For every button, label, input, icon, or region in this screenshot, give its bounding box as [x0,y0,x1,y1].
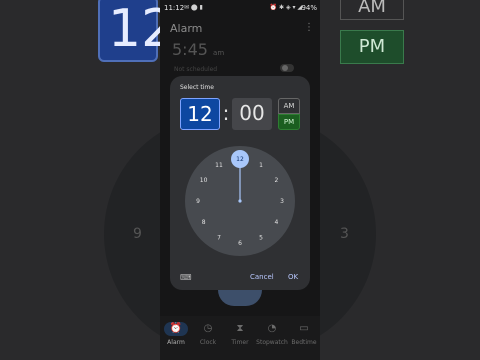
dial-number-3[interactable]: 3 [280,198,284,205]
dial-number-2[interactable]: 2 [274,177,278,184]
dial-number-8[interactable]: 8 [202,219,206,226]
dial-number-6[interactable]: 6 [238,240,242,247]
left-blurred-background: 12 9 [0,0,160,360]
time-picker-dialog: Select time 12 : 00 AM PM 12 1 2 3 4 5 6 7 8 9 10 1… [170,76,310,290]
alarm-icon: ⏰ [164,322,188,336]
right-blurred-background: AM PM 3 [320,0,480,360]
clock-dial[interactable]: 121234567891011 [185,146,295,256]
keyboard-icon[interactable]: ⌨ [180,273,192,282]
nav-label: Clock [199,339,217,346]
nav-label: Timer [231,339,249,346]
nav-bedtime[interactable]: ▭ Bedtime [288,316,320,360]
nav-alarm[interactable]: ⏰ Alarm [160,316,192,360]
background-alarm-suffix: am [213,49,225,57]
pm-toggle[interactable]: PM [278,114,300,130]
dial-number-11[interactable]: 11 [215,162,223,169]
more-options-icon[interactable]: ⋮ [304,22,314,33]
notification-icons: ✉ ⬤ ▮ [184,4,203,11]
nav-clock[interactable]: ◷ Clock [192,316,224,360]
blurred-dial-number: 9 [133,226,142,242]
nav-label: Alarm [167,339,185,346]
dial-number-9[interactable]: 9 [196,198,200,205]
hourglass-icon: ⧗ [236,323,244,334]
video-frame: 12 9 AM PM 3 11:12 ✉ ⬤ ▮ ⏰ ✱ ◈ ▾ ◢ 94% A… [0,0,480,360]
minute-field[interactable]: 00 [232,98,272,130]
dial-number-4[interactable]: 4 [274,219,278,226]
nav-label: Stopwatch [256,339,288,346]
dial-number-7[interactable]: 7 [217,235,221,242]
background-alarm-time-value: 5:45 [172,40,208,59]
bottom-navigation: ⏰ Alarm ◷ Clock ⧗ Timer ◔ Stopwatch ▭ Be… [160,316,320,360]
status-time: 11:12 [164,4,185,12]
app-title: Alarm [170,22,203,35]
background-alarm-toggle [280,64,294,72]
blurred-hour: 12 [98,0,160,62]
clock-center-dot [238,199,242,203]
nav-timer[interactable]: ⧗ Timer [224,316,256,360]
dialog-heading: Select time [180,84,214,91]
background-alarm-time: 5:45 am [172,40,224,59]
system-icons: ⏰ ✱ ◈ ▾ ◢ [269,4,302,11]
blurred-pm: PM [340,30,404,64]
ok-button[interactable]: OK [288,273,298,281]
status-bar: 11:12 ✉ ⬤ ▮ ⏰ ✱ ◈ ▾ ◢ 94% [160,0,320,18]
background-alarm-row: Not scheduled [174,66,218,73]
nav-label: Bedtime [291,339,317,346]
phone-screen: 11:12 ✉ ⬤ ▮ ⏰ ✱ ◈ ▾ ◢ 94% Alarm ⋮ 5:45 a… [160,0,320,360]
blurred-dial [104,114,160,354]
cancel-button[interactable]: Cancel [250,273,274,281]
battery-level: 94% [301,4,317,12]
blurred-dial-number: 3 [340,226,349,242]
dial-number-12[interactable]: 12 [236,156,244,163]
clock-icon: ◷ [203,323,213,334]
dial-number-5[interactable]: 5 [259,235,263,242]
stopwatch-icon: ◔ [267,323,277,334]
dial-number-1[interactable]: 1 [259,162,263,169]
bed-icon: ▭ [299,323,309,334]
time-separator: : [222,101,230,125]
dial-number-10[interactable]: 10 [200,177,208,184]
hour-field[interactable]: 12 [180,98,220,130]
am-toggle[interactable]: AM [278,98,300,114]
blurred-am: AM [340,0,404,20]
nav-stopwatch[interactable]: ◔ Stopwatch [256,316,288,360]
